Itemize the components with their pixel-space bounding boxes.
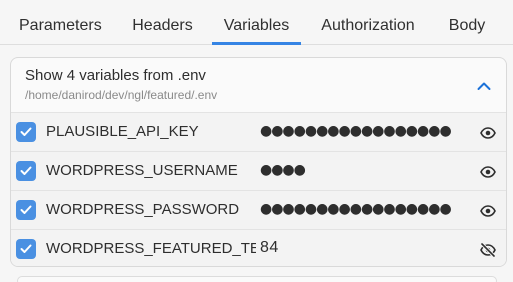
- variable-row: WORDPRESS_PASSWORD ●●●●●●●●●●●●●●●●●: [11, 190, 506, 229]
- toggle-visibility-button[interactable]: [478, 123, 498, 143]
- checkmark-icon: [20, 244, 32, 253]
- eye-icon: [480, 166, 496, 178]
- variable-name: WORDPRESS_PASSWORD: [46, 201, 240, 218]
- tab-headers[interactable]: Headers: [132, 0, 193, 45]
- variable-name: WORDPRESS_USERNAME: [46, 162, 238, 179]
- tab-parameters[interactable]: Parameters: [19, 0, 102, 45]
- variable-value[interactable]: ●●●●●●●●●●●●●●●●●: [260, 123, 470, 139]
- variable-checkbox[interactable]: [16, 122, 36, 142]
- checkmark-icon: [20, 205, 32, 214]
- env-variables-panel: Show 4 variables from .env /home/danirod…: [10, 57, 507, 267]
- variable-row: WORDPRESS_USERNAME ●●●●: [11, 151, 506, 190]
- tab-variables[interactable]: Variables: [212, 0, 301, 45]
- eye-icon: [480, 205, 496, 217]
- env-panel-header[interactable]: Show 4 variables from .env /home/danirod…: [11, 58, 506, 113]
- variable-value[interactable]: ●●●●: [260, 162, 470, 178]
- tab-authorization[interactable]: Authorization: [320, 0, 416, 45]
- checkmark-icon: [20, 127, 32, 136]
- variable-name: WORDPRESS_FEATURED_TERM: [46, 240, 256, 257]
- toggle-visibility-button[interactable]: [478, 240, 498, 260]
- env-file-path: /home/danirod/dev/ngl/featured/.env: [25, 88, 218, 102]
- next-section-card: [17, 276, 497, 282]
- toggle-visibility-button[interactable]: [478, 201, 498, 221]
- collapse-button[interactable]: [472, 74, 496, 98]
- variable-name: PLAUSIBLE_API_KEY: [46, 123, 199, 140]
- toggle-visibility-button[interactable]: [478, 162, 498, 182]
- eye-off-icon: [480, 243, 496, 257]
- eye-icon: [480, 127, 496, 139]
- variable-value[interactable]: 84: [260, 239, 470, 257]
- variable-checkbox[interactable]: [16, 239, 36, 259]
- variable-checkbox[interactable]: [16, 200, 36, 220]
- variable-value[interactable]: ●●●●●●●●●●●●●●●●●: [260, 201, 470, 217]
- tab-body[interactable]: Body: [448, 0, 486, 45]
- checkmark-icon: [20, 166, 32, 175]
- env-panel-title: Show 4 variables from .env: [25, 67, 206, 84]
- chevron-up-icon: [477, 82, 491, 90]
- request-tabs: Parameters Headers Variables Authorizati…: [0, 0, 513, 45]
- variable-row: PLAUSIBLE_API_KEY ●●●●●●●●●●●●●●●●●: [11, 112, 506, 151]
- variable-row: WORDPRESS_FEATURED_TERM 84: [11, 229, 506, 266]
- variable-checkbox[interactable]: [16, 161, 36, 181]
